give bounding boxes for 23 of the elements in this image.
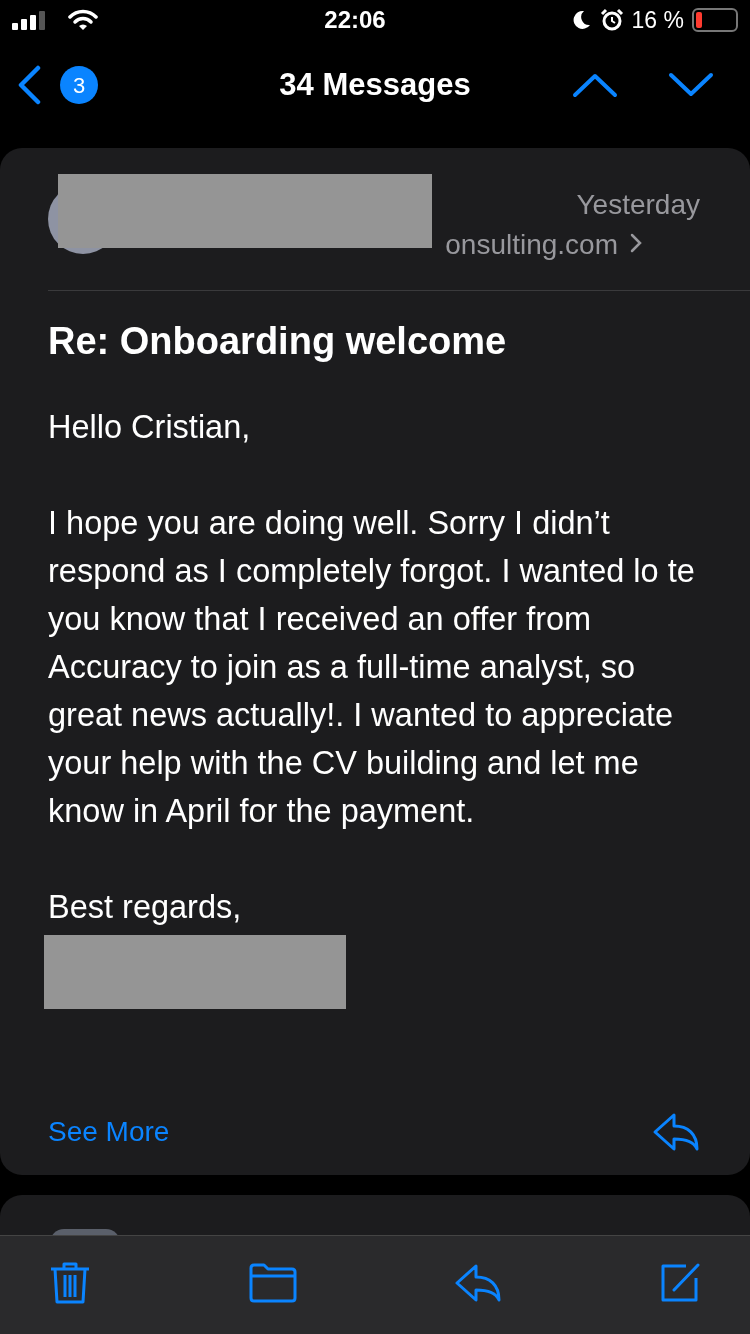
body-paragraph: Hello Cristian, [48,408,252,447]
next-message-icon[interactable] [668,72,714,98]
message-subject: Re: Onboarding welcome [48,319,508,364]
see-more-link[interactable]: See More [48,1111,170,1153]
body-paragraph: I hope you are doing well. Sorry I didn’t respond as I completely forgot. I wanted lo te you know that I received an offer from Accuracy to join as a full-time analyst, so great news actually!. I wanted to appreciate your help with the CV building and let me know in April for the payment. [48,504,696,831]
alarm-icon [599,8,624,32]
battery-icon [692,8,738,32]
signal-icon [12,10,48,30]
recipient-address[interactable]: onsulting.com [445,224,618,266]
chevron-right-icon[interactable] [630,233,642,253]
trash-icon[interactable] [48,1260,92,1306]
message-date: Yesterday [576,188,700,222]
reply-icon[interactable] [652,1112,700,1152]
folder-icon[interactable] [248,1263,298,1303]
battery-percent: 16 % [631,5,684,35]
body-paragraph: Best regards, [48,888,243,927]
clock-time: 22:06 [324,5,386,35]
unread-count-badge[interactable]: 3 [60,66,98,104]
reply-icon[interactable] [454,1263,502,1303]
back-icon[interactable] [16,65,42,105]
previous-message-icon[interactable] [572,72,618,98]
wifi-icon [68,9,98,31]
nav-title: 34 Messages [279,65,471,104]
